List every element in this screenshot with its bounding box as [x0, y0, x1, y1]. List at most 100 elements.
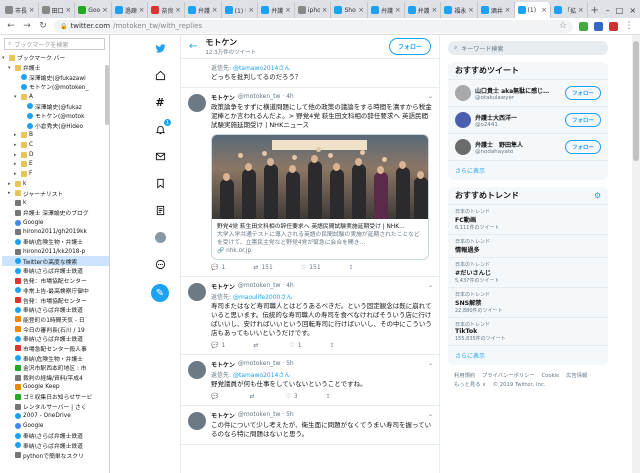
retweet-button[interactable]: ⇄ 151	[253, 264, 272, 271]
bookmark-item[interactable]: k	[2, 198, 109, 208]
url-input[interactable]: 🔒 twitter.com/motoken_tw/with_replies ☆	[54, 19, 573, 33]
avatar[interactable]	[455, 139, 471, 155]
twitter-search-input[interactable]: ⌕ キーワード検索	[448, 41, 608, 55]
bookmark-item[interactable]: Google Keep	[2, 382, 109, 392]
notifications-icon[interactable]: 1	[153, 119, 171, 136]
browser-tab[interactable]: 弁護 ×	[258, 2, 295, 18]
expand-arrow-icon[interactable]: ▸	[14, 132, 19, 138]
like-button[interactable]: ♡ 151	[301, 264, 321, 271]
like-button[interactable]: ♡ 3	[286, 393, 298, 400]
close-icon[interactable]: ×	[29, 6, 35, 14]
bookmark-star-icon[interactable]: ☆	[559, 21, 567, 31]
bookmark-folder[interactable]: ▸ D	[2, 150, 109, 160]
close-icon[interactable]: ×	[212, 6, 218, 14]
close-icon[interactable]: ×	[285, 6, 291, 14]
bookmark-folder[interactable]: ▾ ブックマーク バー	[2, 53, 109, 63]
tweet-author-name[interactable]: モトケン	[211, 282, 235, 291]
compose-tweet-button[interactable]: ✎	[151, 284, 169, 302]
bookmark-item[interactable]: 深澤諭史(@fukaz	[2, 101, 109, 111]
chevron-down-icon[interactable]: ⌄	[428, 282, 433, 291]
close-icon[interactable]: ×	[431, 6, 437, 14]
follow-button[interactable]: フォロー	[564, 86, 601, 100]
expand-arrow-icon[interactable]: ▸	[14, 161, 19, 167]
bookmark-folder[interactable]: ▸ E	[2, 160, 109, 170]
more-icon[interactable]	[153, 257, 167, 271]
bookmark-item[interactable]: 告発：市場協配センター	[2, 295, 109, 305]
reply-button[interactable]: 💬 1	[211, 264, 225, 271]
retweet-button[interactable]: ⇄	[249, 393, 257, 400]
tweet-author-name[interactable]: モトケン	[211, 411, 235, 420]
back-icon[interactable]: ←	[6, 21, 16, 31]
suggested-user-name[interactable]: 弁護士大西洋一	[475, 113, 561, 122]
bookmark-folder[interactable]: ▸ k	[2, 179, 109, 189]
bookmark-folder[interactable]: ▾ 弁護士	[2, 63, 109, 73]
trend-item[interactable]: 日本のトレンド FC動画 6,111件のツイート	[448, 205, 608, 235]
footer-link[interactable]: プライバシーポリシー	[482, 373, 535, 379]
browser-tab[interactable]: Googl×	[75, 2, 112, 18]
tweet[interactable]: モトケン @motoken_tw · 5h ⌄ この件について少し考えたが、衛生…	[181, 406, 439, 445]
reply-button[interactable]: 💬	[211, 393, 221, 400]
tweet[interactable]: モトケン @motoken_tw · 5h ⌄ 返信先: @tamawo2014…	[181, 355, 439, 406]
bookmark-item[interactable]: 奉納\さらば弁護士鉄道	[2, 441, 109, 451]
bookmark-item[interactable]: 小倉秀夫(@Hideo	[2, 121, 109, 131]
close-icon[interactable]: ×	[248, 6, 254, 14]
suggested-user-name[interactable]: 弁護士 野田隼人	[475, 140, 561, 149]
footer-link[interactable]: もっと見る ∨	[454, 382, 486, 388]
bookmark-item[interactable]: 能登町の1時間天気 - 日	[2, 315, 109, 325]
bookmark-folder[interactable]: ▸ B	[2, 131, 109, 141]
browser-tab[interactable]: 「拡散×	[551, 2, 588, 18]
menu-icon[interactable]: ⋮	[624, 21, 634, 31]
expand-arrow-icon[interactable]: ▸	[8, 190, 13, 196]
bookmark-folder[interactable]: ▸ ジャーナリスト	[2, 189, 109, 199]
bookmark-folder[interactable]: ▸ F	[2, 169, 109, 179]
bookmark-item[interactable]: 裁判の経緯/資料/平成4	[2, 373, 109, 383]
browser-tab[interactable]: 弁護士×	[405, 2, 442, 18]
browser-tab[interactable]: Shoku×	[331, 2, 369, 18]
tweet[interactable]: モトケン @motoken_tw · 4h ⌄ 返信先: @maoulife20…	[181, 277, 439, 355]
close-icon[interactable]: ×	[541, 6, 547, 14]
profile-icon[interactable]	[153, 230, 167, 244]
follow-button[interactable]: フォロー	[564, 113, 601, 127]
bookmark-folder[interactable]: ▾ A	[2, 92, 109, 102]
bookmark-item[interactable]: モトケン(@motoken_	[2, 82, 109, 92]
bookmark-item[interactable]: 弁護士 深澤諭史のブログ	[2, 208, 109, 218]
bookmark-item[interactable]: 金沢市駅西本町地区 : 市	[2, 363, 109, 373]
tweet[interactable]: 返信先: @tamawo2014さん どっちを批判してるのだろう？	[181, 59, 439, 88]
reply-to-handle[interactable]: @tamawo2014さん	[233, 65, 290, 72]
browser-tab[interactable]: (1) 奈×	[222, 2, 259, 18]
messages-icon[interactable]	[153, 149, 167, 163]
extension-icon[interactable]	[594, 21, 603, 31]
close-icon[interactable]: ×	[139, 6, 145, 14]
browser-tab[interactable]: 弁護士×	[185, 2, 222, 18]
suggested-user[interactable]: 弁護士大西洋一 @o2441 フォロー	[448, 107, 608, 134]
tweet-author-name[interactable]: モトケン	[211, 93, 235, 102]
bookmark-item[interactable]: 今日の審判長(石川 / 19	[2, 324, 109, 334]
twitter-logo-icon[interactable]	[153, 41, 167, 55]
close-icon[interactable]: ×	[322, 6, 328, 14]
avatar[interactable]	[188, 94, 206, 112]
bookmark-item[interactable]: ゴミ収集日お知らせサービ	[2, 392, 109, 402]
bookmark-item[interactable]: Google	[2, 421, 109, 431]
browser-tab[interactable]: 奈良 ×	[148, 2, 186, 18]
tweet[interactable]: モトケン @motoken_tw · 4h ⌄ 政策論争をすずに横道問題にして他…	[181, 88, 439, 277]
close-icon[interactable]: ×	[505, 6, 511, 14]
browser-tab[interactable]: 福永 ×	[441, 2, 478, 18]
close-window-icon[interactable]: ×	[629, 6, 636, 15]
extension-icon[interactable]	[609, 21, 618, 31]
bookmark-item[interactable]: 奉納\さらば弁護士鉄道	[2, 266, 109, 276]
chevron-down-icon[interactable]: ⌄	[428, 93, 433, 102]
avatar[interactable]	[455, 85, 471, 101]
expand-arrow-icon[interactable]: ▸	[14, 152, 19, 158]
reply-to-handle[interactable]: @maoulife2000さん	[233, 294, 292, 301]
avatar[interactable]	[188, 412, 206, 430]
close-icon[interactable]: ×	[468, 6, 474, 14]
follow-button[interactable]: フォロー	[564, 140, 601, 154]
lists-icon[interactable]	[153, 203, 167, 217]
follow-button[interactable]: フォロー	[388, 38, 431, 55]
bookmark-item[interactable]: レンタルサーバー | さく	[2, 402, 109, 412]
chevron-down-icon[interactable]: ⌄	[428, 411, 433, 420]
avatar[interactable]	[188, 361, 206, 379]
reload-icon[interactable]: ↻	[38, 21, 48, 31]
trend-item[interactable]: 日本のトレンド 情報過多	[448, 235, 608, 258]
link-card[interactable]: 野党4党 萩生田文科相の辞任要求へ 英語民間試験実施延期受け | NHK… 大学…	[211, 134, 429, 260]
